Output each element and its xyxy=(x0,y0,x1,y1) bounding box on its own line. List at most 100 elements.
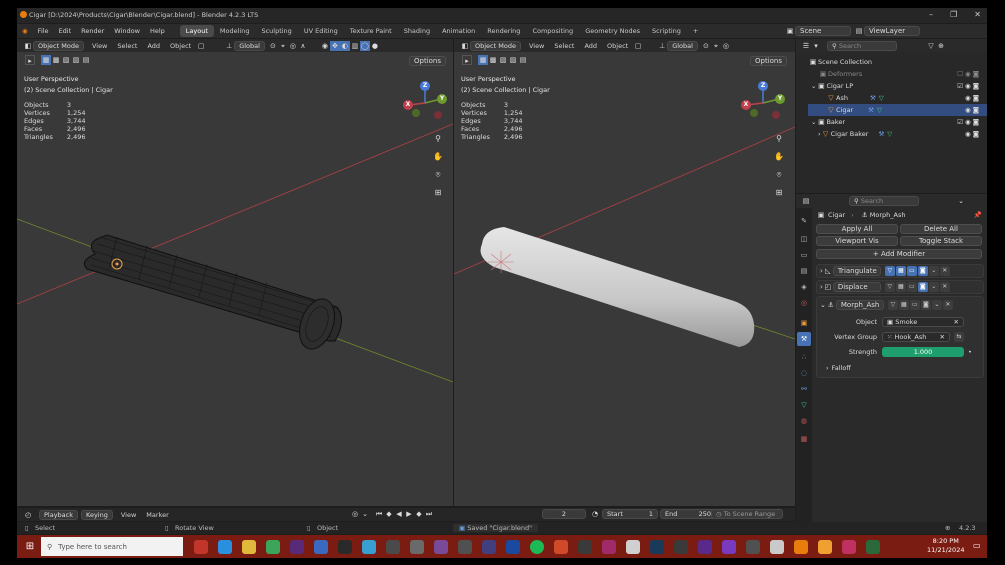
app-icon[interactable] xyxy=(338,539,352,554)
select-box-icon[interactable]: ▦ xyxy=(41,55,51,65)
gizmo-y[interactable]: Y xyxy=(775,94,785,104)
modifier-morph-ash[interactable]: ⌄ ⚓ Morph_Ash ▽ ▦ ▭ ◙ ⌄ ✕ Object ▣ Smoke ✕ V… xyxy=(816,296,984,378)
remove-modifier-icon[interactable]: ✕ xyxy=(942,300,953,310)
outliner-item-scene-collection[interactable]: ▣ Scene Collection xyxy=(808,56,987,68)
zoom-icon[interactable]: ⚲ xyxy=(431,132,445,146)
app-icon[interactable] xyxy=(506,539,520,554)
transform-orientation-icon[interactable]: ⊥ xyxy=(657,41,667,51)
row-toggles[interactable]: ◉ ◙ xyxy=(965,106,979,114)
to-scene-range-button[interactable]: ◷ To Scene Range xyxy=(711,509,783,519)
app-icon[interactable] xyxy=(554,539,568,554)
tool-icon[interactable]: ▸ xyxy=(25,55,35,65)
select-intersect-icon[interactable]: ▤ xyxy=(518,55,528,65)
gizmo-x[interactable]: X xyxy=(741,100,751,110)
row-toggles[interactable]: ☑ ◉ ◙ xyxy=(957,82,979,90)
gizmo-z[interactable]: Z xyxy=(758,81,768,91)
grid-view-icon[interactable]: ⊞ xyxy=(772,186,786,200)
timer-icon[interactable]: ◔ xyxy=(590,509,600,519)
mode-selector[interactable]: Object Mode xyxy=(33,40,84,51)
row-toggles[interactable]: ◉ ◙ xyxy=(965,94,979,102)
menu-edit[interactable]: Edit xyxy=(54,27,77,35)
add-workspace-icon[interactable]: + xyxy=(687,25,704,37)
keyframe-dot-icon[interactable]: • xyxy=(968,348,972,356)
gizmo-z[interactable]: Z xyxy=(420,81,430,91)
system-clock[interactable]: 8:20 PM 11/21/2024 xyxy=(927,537,964,555)
view-menu[interactable]: View xyxy=(116,511,141,519)
gizmo-x[interactable]: X xyxy=(403,100,413,110)
zoom-icon[interactable]: ⚲ xyxy=(772,132,786,146)
view-layer-tab-icon[interactable]: ▤ xyxy=(799,266,809,276)
apply-all-button[interactable]: Apply All xyxy=(816,224,898,234)
edit-mode-toggle-icon[interactable]: ▽ xyxy=(884,266,895,276)
app-icon[interactable] xyxy=(818,539,832,554)
app-icon[interactable] xyxy=(674,539,688,554)
object-menu[interactable]: Object xyxy=(165,42,196,50)
keying-menu[interactable]: Keying xyxy=(81,509,113,520)
options-button[interactable]: Options xyxy=(750,56,788,66)
output-tab-icon[interactable]: ▭ xyxy=(799,250,809,260)
close-icon[interactable]: ✕ xyxy=(974,10,981,19)
app-icon[interactable] xyxy=(746,539,760,554)
object-menu-icon[interactable]: ▢ xyxy=(633,41,643,51)
view-layer-icon[interactable]: ▤ xyxy=(854,26,864,36)
pin-icon[interactable]: 📌 xyxy=(974,211,982,219)
dropdown-icon[interactable]: ⌄ xyxy=(928,282,939,292)
auto-key-icon[interactable]: ◎ xyxy=(350,509,360,519)
render-toggle-icon[interactable]: ◙ xyxy=(917,282,928,292)
transform-orientation[interactable]: Global xyxy=(667,40,698,51)
filter-icon[interactable]: ▽ xyxy=(926,41,936,51)
tab-compositing[interactable]: Compositing xyxy=(526,25,579,37)
select-menu[interactable]: Select xyxy=(549,42,579,50)
object-menu-icon[interactable]: ▢ xyxy=(196,41,206,51)
select-extend-icon[interactable]: ▩ xyxy=(488,55,498,65)
tab-rendering[interactable]: Rendering xyxy=(481,25,526,37)
spotify-icon[interactable] xyxy=(530,539,544,554)
select-intersect-icon[interactable]: ▤ xyxy=(81,55,91,65)
outliner-editor-icon[interactable]: ☰ xyxy=(801,41,811,51)
scene-selector[interactable]: Scene xyxy=(795,26,851,36)
navigation-gizmo[interactable]: Z X Y xyxy=(403,81,447,125)
play-reverse-icon[interactable]: ◀ xyxy=(394,509,404,519)
modifier-tab-icon[interactable]: ⚒ xyxy=(797,332,811,346)
cage-toggle-icon[interactable]: ▦ xyxy=(895,266,906,276)
app-icon[interactable] xyxy=(314,539,328,554)
app-icon[interactable] xyxy=(578,539,592,554)
app-icon[interactable] xyxy=(842,539,856,554)
falloff-icon[interactable]: ∧ xyxy=(298,41,308,51)
marker-menu[interactable]: Marker xyxy=(141,511,173,519)
select-extend-icon[interactable]: ▩ xyxy=(51,55,61,65)
gizmo-toggle-icon[interactable]: ✥ xyxy=(329,40,340,51)
snap-icon[interactable]: ⌖ xyxy=(278,41,288,51)
render-toggle-icon[interactable]: ◙ xyxy=(920,300,931,310)
outliner-item-ash[interactable]: ▽ Ash ⚒ ▽ ◉ ◙ xyxy=(808,92,987,104)
play-icon[interactable]: ▶ xyxy=(404,509,414,519)
task-view-icon[interactable] xyxy=(194,539,208,554)
proportional-icon[interactable]: ◎ xyxy=(721,41,731,51)
pivot-icon[interactable]: ⊙ xyxy=(268,41,278,51)
mode-selector[interactable]: Object Mode xyxy=(470,40,521,51)
modifier-name-field[interactable]: Displace xyxy=(832,282,881,292)
world-tab-icon[interactable]: ◎ xyxy=(799,298,809,308)
outliner-search[interactable]: ⚲ Search xyxy=(827,40,897,51)
viewport-toggle-icon[interactable]: ▭ xyxy=(906,282,917,292)
edge-icon[interactable] xyxy=(218,539,232,554)
remove-modifier-icon[interactable]: ✕ xyxy=(939,266,950,276)
minimize-icon[interactable]: – xyxy=(929,10,933,19)
chevron-right-icon[interactable]: › xyxy=(826,364,829,372)
viewport-vis-button[interactable]: Viewport Vis xyxy=(816,236,898,246)
gizmo-neg-x[interactable] xyxy=(772,111,780,119)
timeline-editor-icon[interactable]: ◴ xyxy=(23,510,33,520)
blender-task-icon[interactable] xyxy=(794,539,808,554)
app-icon[interactable] xyxy=(602,539,616,554)
app-icon[interactable] xyxy=(626,539,640,554)
select-invert-icon[interactable]: ▨ xyxy=(71,55,81,65)
view-layer-selector[interactable]: ViewLayer xyxy=(864,26,920,36)
app-icon[interactable] xyxy=(434,539,448,554)
modifier-name-field[interactable]: Triangulate xyxy=(832,266,881,276)
outliner-item-cigar-lp[interactable]: ⌄ ▣ Cigar LP ☑ ◉ ◙ xyxy=(808,80,987,92)
steam-icon[interactable] xyxy=(650,539,664,554)
constraints-tab-icon[interactable]: ⚯ xyxy=(799,384,809,394)
material-tab-icon[interactable]: ◍ xyxy=(799,416,809,426)
app-icon[interactable] xyxy=(482,539,496,554)
row-toggles[interactable]: ◉ ◙ xyxy=(965,130,979,138)
